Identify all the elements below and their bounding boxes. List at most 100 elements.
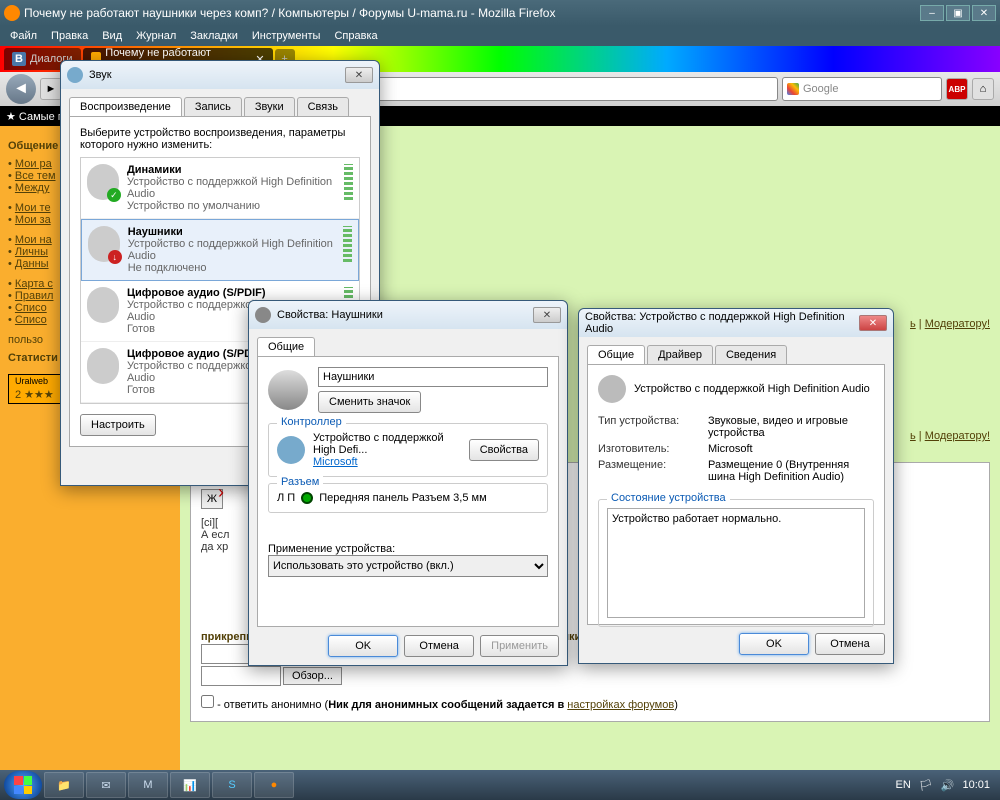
group-label: Разъем — [277, 476, 323, 488]
sidebar-link[interactable]: Карта с — [15, 278, 53, 290]
reply-link[interactable]: ь — [910, 318, 916, 330]
tray-flag-icon[interactable]: 🏳 — [919, 779, 933, 792]
device-icon: ✓ — [87, 164, 119, 200]
status-textarea[interactable]: Устройство работает нормально. — [607, 508, 865, 618]
headphone-props-dialog: Свойства: Наушники ✕ Общие Сменить значо… — [248, 300, 568, 666]
device-icon — [598, 375, 626, 403]
maximize-button[interactable]: ▣ — [946, 5, 970, 21]
tab-general[interactable]: Общие — [257, 337, 315, 356]
device-item[interactable]: ↓ НаушникиУстройство с поддержкой High D… — [81, 219, 359, 281]
change-icon-button[interactable]: Сменить значок — [318, 391, 421, 413]
home-button[interactable]: ⌂ — [972, 78, 994, 100]
firefox-titlebar: Почему не работают наушники через комп? … — [0, 0, 1000, 26]
configure-button[interactable]: Настроить — [80, 414, 156, 436]
prop-row: Размещение:Размещение 0 (Внутренняя шина… — [598, 459, 874, 483]
taskbar-app[interactable]: M — [128, 772, 168, 798]
taskbar-mail[interactable]: ✉ — [86, 772, 126, 798]
vendor-link[interactable]: Microsoft — [313, 456, 358, 468]
dialog-title: Свойства: Наушники — [277, 309, 533, 321]
system-tray: EN 🏳 🔊 10:01 — [896, 779, 996, 792]
close-button[interactable]: ✕ — [972, 5, 996, 21]
ok-button[interactable]: OK — [328, 635, 398, 657]
device-icon: ↓ — [88, 226, 120, 262]
back-button[interactable]: ◄ — [6, 74, 36, 104]
menu-file[interactable]: Файл — [4, 28, 43, 44]
taskbar: 📁 ✉ M 📊 S ● EN 🏳 🔊 10:01 — [0, 770, 1000, 800]
controller-props-button[interactable]: Свойства — [469, 439, 539, 461]
prop-row: Изготовитель:Microsoft — [598, 443, 874, 455]
vk-icon: В — [12, 52, 26, 66]
jack-desc: Передняя панель Разъем 3,5 мм — [319, 492, 486, 504]
device-name: Устройство с поддержкой High Definition … — [634, 383, 870, 395]
google-icon — [787, 83, 799, 95]
group-label: Состояние устройства — [607, 492, 730, 504]
clock[interactable]: 10:01 — [962, 779, 990, 791]
sidebar-link[interactable]: Правил — [15, 290, 54, 302]
sidebar-link[interactable]: Мои за — [15, 214, 51, 226]
jack-color-icon — [301, 492, 313, 504]
tab-sounds[interactable]: Звуки — [244, 97, 295, 116]
sidebar-link[interactable]: Между — [15, 182, 50, 194]
sidebar-link[interactable]: Мои ра — [15, 158, 52, 170]
sidebar-link[interactable]: Все тем — [15, 170, 56, 182]
usage-label: Применение устройства: — [268, 543, 548, 555]
taskbar-app[interactable]: 📊 — [170, 772, 210, 798]
close-button[interactable]: ✕ — [533, 307, 561, 323]
instruction-text: Выберите устройство воспроизведения, пар… — [80, 127, 360, 151]
sidebar-link[interactable]: Списо — [15, 314, 47, 326]
moderator-link[interactable]: Модератору! — [925, 430, 990, 442]
menu-bookmarks[interactable]: Закладки — [184, 28, 244, 44]
sidebar-link[interactable]: Мои те — [15, 202, 51, 214]
tray-volume-icon[interactable]: 🔊 — [941, 779, 955, 792]
prop-row: Тип устройства:Звуковые, видео и игровые… — [598, 415, 874, 439]
browse-button[interactable]: Обзор... — [283, 667, 342, 685]
close-button[interactable]: ✕ — [345, 67, 373, 83]
file-input[interactable] — [201, 666, 281, 686]
name-input[interactable] — [318, 367, 548, 387]
usage-select[interactable]: Использовать это устройство (вкл.) — [268, 555, 548, 577]
tab-general[interactable]: Общие — [587, 345, 645, 364]
minimize-button[interactable]: – — [920, 5, 944, 21]
controller-icon — [277, 436, 305, 464]
tab-recording[interactable]: Запись — [184, 97, 242, 116]
reply-link[interactable]: ь — [910, 430, 916, 442]
search-input[interactable]: Google — [782, 77, 942, 101]
tab-comm[interactable]: Связь — [297, 97, 349, 116]
apply-button[interactable]: Применить — [480, 635, 559, 657]
search-placeholder: Google — [803, 83, 838, 95]
controller-name: Устройство с поддержкой High Defi... — [313, 432, 461, 456]
forward-button[interactable]: ► — [40, 78, 62, 100]
cancel-button[interactable]: Отмена — [404, 635, 474, 657]
device-item[interactable]: ✓ ДинамикиУстройство с поддержкой High D… — [81, 158, 359, 219]
taskbar-firefox[interactable]: ● — [254, 772, 294, 798]
sidebar-link[interactable]: Личны — [15, 246, 48, 258]
menu-edit[interactable]: Правка — [45, 28, 94, 44]
lang-indicator[interactable]: EN — [896, 779, 911, 791]
cancel-button[interactable]: Отмена — [815, 633, 885, 655]
start-button[interactable] — [4, 771, 42, 799]
anon-checkbox[interactable] — [201, 695, 214, 708]
sidebar-link[interactable]: Данны — [15, 258, 49, 270]
menu-help[interactable]: Справка — [328, 28, 383, 44]
sidebar-link[interactable]: Списо — [15, 302, 47, 314]
close-button[interactable]: ✕ — [859, 315, 887, 331]
dialog-title: Звук — [89, 69, 345, 81]
level-meter — [344, 164, 353, 200]
taskbar-skype[interactable]: S — [212, 772, 252, 798]
jack-side: Л П — [277, 492, 295, 504]
firefox-menubar[interactable]: Файл Правка Вид Журнал Закладки Инструме… — [0, 26, 1000, 46]
menu-view[interactable]: Вид — [96, 28, 128, 44]
menu-tools[interactable]: Инструменты — [246, 28, 327, 44]
tab-details[interactable]: Сведения — [715, 345, 787, 364]
firefox-icon — [4, 5, 20, 21]
taskbar-explorer[interactable]: 📁 — [44, 772, 84, 798]
device-icon — [87, 287, 119, 323]
ok-button[interactable]: OK — [739, 633, 809, 655]
settings-link[interactable]: настройках форумов — [567, 699, 674, 711]
tab-driver[interactable]: Драйвер — [647, 345, 713, 364]
moderator-link[interactable]: Модератору! — [925, 318, 990, 330]
sidebar-link[interactable]: Мои на — [15, 234, 52, 246]
menu-history[interactable]: Журнал — [130, 28, 182, 44]
tab-playback[interactable]: Воспроизведение — [69, 97, 182, 116]
abp-button[interactable]: ABP — [946, 78, 968, 100]
